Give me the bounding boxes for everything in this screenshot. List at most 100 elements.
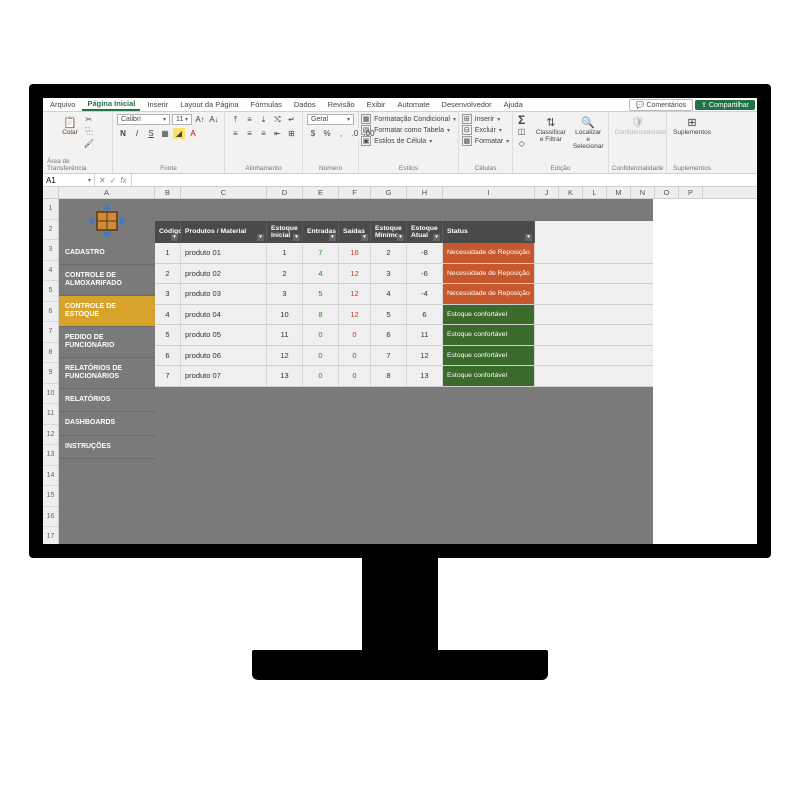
cell-est-ini[interactable]: 11 xyxy=(267,325,303,345)
col-B[interactable]: B xyxy=(155,187,181,198)
format-as-table-button[interactable]: ▤Formatar como Tabela ▾ xyxy=(361,125,456,135)
align-bottom-icon[interactable]: ⤓ xyxy=(258,114,270,125)
cell-est-min[interactable]: 7 xyxy=(371,346,407,366)
row-header[interactable]: 16 xyxy=(43,507,58,528)
col-F[interactable]: F xyxy=(339,187,371,198)
cell-est-atual[interactable]: 13 xyxy=(407,366,443,386)
cell-est-atual[interactable]: 6 xyxy=(407,305,443,325)
cell-status[interactable]: Necessidade de Reposição xyxy=(443,243,535,263)
tab-pagina-inicial[interactable]: Página Inicial xyxy=(82,98,140,111)
decrease-font-icon[interactable]: A↓ xyxy=(208,114,220,125)
table-row[interactable]: 1produto 0117162-8Necessidade de Reposiç… xyxy=(155,243,653,264)
cell-saidas[interactable]: 12 xyxy=(339,264,371,284)
cell-produto[interactable]: produto 01 xyxy=(181,243,267,263)
col-K[interactable]: K xyxy=(559,187,583,198)
cell-est-min[interactable]: 4 xyxy=(371,284,407,304)
font-color-icon[interactable]: A xyxy=(187,128,199,139)
cell-codigo[interactable]: 5 xyxy=(155,325,181,345)
row-header[interactable]: 6 xyxy=(43,302,58,323)
sidebar-item[interactable]: CADASTRO xyxy=(59,242,155,265)
cell-produto[interactable]: produto 04 xyxy=(181,305,267,325)
row-header[interactable]: 13 xyxy=(43,445,58,466)
col-C[interactable]: C xyxy=(181,187,267,198)
cell-codigo[interactable]: 2 xyxy=(155,264,181,284)
clear-icon[interactable]: ◇ xyxy=(516,138,528,149)
cell-entradas[interactable]: 5 xyxy=(303,284,339,304)
align-left-icon[interactable]: ≡ xyxy=(230,128,242,139)
table-row[interactable]: 7produto 071300813Estoque confortável xyxy=(155,366,653,387)
col-E[interactable]: E xyxy=(303,187,339,198)
italic-icon[interactable]: I xyxy=(131,128,143,139)
find-select-button[interactable]: 🔍Localizar e Selecionar xyxy=(571,114,605,151)
cell-est-min[interactable]: 6 xyxy=(371,325,407,345)
col-P[interactable]: P xyxy=(679,187,703,198)
autosum-icon[interactable]: Σ xyxy=(516,114,528,125)
row-header[interactable]: 9 xyxy=(43,363,58,384)
tab-desenvolvedor[interactable]: Desenvolvedor xyxy=(437,99,497,110)
th-entradas[interactable]: Entradas▾ xyxy=(303,221,339,243)
percent-icon[interactable]: % xyxy=(321,128,333,139)
table-row[interactable]: 6produto 061200712Estoque confortável xyxy=(155,346,653,367)
th-est-atual[interactable]: Estoque Atual▾ xyxy=(407,221,443,243)
cell-codigo[interactable]: 4 xyxy=(155,305,181,325)
cell-codigo[interactable]: 3 xyxy=(155,284,181,304)
col-J[interactable]: J xyxy=(535,187,559,198)
underline-icon[interactable]: S xyxy=(145,128,157,139)
currency-icon[interactable]: $ xyxy=(307,128,319,139)
table-row[interactable]: 4produto 041081256Estoque confortável xyxy=(155,305,653,326)
merge-icon[interactable]: ⊞ xyxy=(286,128,298,139)
row-header[interactable]: 8 xyxy=(43,343,58,364)
cell-saidas[interactable]: 16 xyxy=(339,243,371,263)
wrap-text-icon[interactable]: ↵ xyxy=(286,114,298,125)
cell-est-min[interactable]: 8 xyxy=(371,366,407,386)
cell-est-ini[interactable]: 3 xyxy=(267,284,303,304)
share-button[interactable]: ⇪ Compartilhar xyxy=(695,100,755,110)
cell-produto[interactable]: produto 07 xyxy=(181,366,267,386)
tab-revisao[interactable]: Revisão xyxy=(323,99,360,110)
cell-est-ini[interactable]: 12 xyxy=(267,346,303,366)
insert-cells-button[interactable]: ⊞Inserir ▾ xyxy=(462,114,509,124)
tab-arquivo[interactable]: Arquivo xyxy=(45,99,80,110)
align-right-icon[interactable]: ≡ xyxy=(258,128,270,139)
sidebar-item[interactable]: INSTRUÇÕES xyxy=(59,436,155,459)
table-row[interactable]: 3produto 0335124-4Necessidade de Reposiç… xyxy=(155,284,653,305)
align-top-icon[interactable]: ⤒ xyxy=(230,114,242,125)
cell-codigo[interactable]: 7 xyxy=(155,366,181,386)
row-header[interactable]: 10 xyxy=(43,384,58,405)
cell-est-ini[interactable]: 2 xyxy=(267,264,303,284)
addins-button[interactable]: ⊞Suplementos xyxy=(671,114,713,138)
tab-exibir[interactable]: Exibir xyxy=(362,99,391,110)
increase-font-icon[interactable]: A↑ xyxy=(194,114,206,125)
tab-layout[interactable]: Layout da Página xyxy=(175,99,243,110)
table-row[interactable]: 2produto 0224123-6Necessidade de Reposiç… xyxy=(155,264,653,285)
sidebar-item[interactable]: RELATÓRIOS DE FUNCIONÁRIOS xyxy=(59,358,155,389)
table-row[interactable]: 5produto 051100611Estoque confortável xyxy=(155,325,653,346)
cell-codigo[interactable]: 6 xyxy=(155,346,181,366)
col-G[interactable]: G xyxy=(371,187,407,198)
fill-color-icon[interactable]: ◢ xyxy=(173,128,185,139)
cell-entradas[interactable]: 7 xyxy=(303,243,339,263)
cell-est-ini[interactable]: 10 xyxy=(267,305,303,325)
cell-est-ini[interactable]: 1 xyxy=(267,243,303,263)
cell-status[interactable]: Estoque confortável xyxy=(443,366,535,386)
sidebar-item[interactable]: PEDIDO DE FUNCIONÁRIO xyxy=(59,327,155,358)
th-produto[interactable]: Produtos / Material▾ xyxy=(181,221,267,243)
cell-produto[interactable]: produto 03 xyxy=(181,284,267,304)
cell-est-atual[interactable]: -6 xyxy=(407,264,443,284)
col-D[interactable]: D xyxy=(267,187,303,198)
filter-dropdown-icon[interactable]: ▾ xyxy=(525,234,532,241)
cell-entradas[interactable]: 4 xyxy=(303,264,339,284)
cell-status[interactable]: Necessidade de Reposição xyxy=(443,284,535,304)
row-header[interactable]: 12 xyxy=(43,425,58,446)
col-L[interactable]: L xyxy=(583,187,607,198)
cell-est-min[interactable]: 3 xyxy=(371,264,407,284)
cell-est-atual[interactable]: -4 xyxy=(407,284,443,304)
fx-cancel-icon[interactable]: ✕ xyxy=(99,176,106,185)
font-size-select[interactable]: 11▾ xyxy=(172,114,192,125)
fill-icon[interactable]: ◫ xyxy=(516,126,528,137)
cell-produto[interactable]: produto 02 xyxy=(181,264,267,284)
copy-icon[interactable]: ⿻ xyxy=(83,126,95,137)
cell-entradas[interactable]: 8 xyxy=(303,305,339,325)
border-icon[interactable]: ▦ xyxy=(159,128,171,139)
row-header[interactable]: 4 xyxy=(43,261,58,282)
